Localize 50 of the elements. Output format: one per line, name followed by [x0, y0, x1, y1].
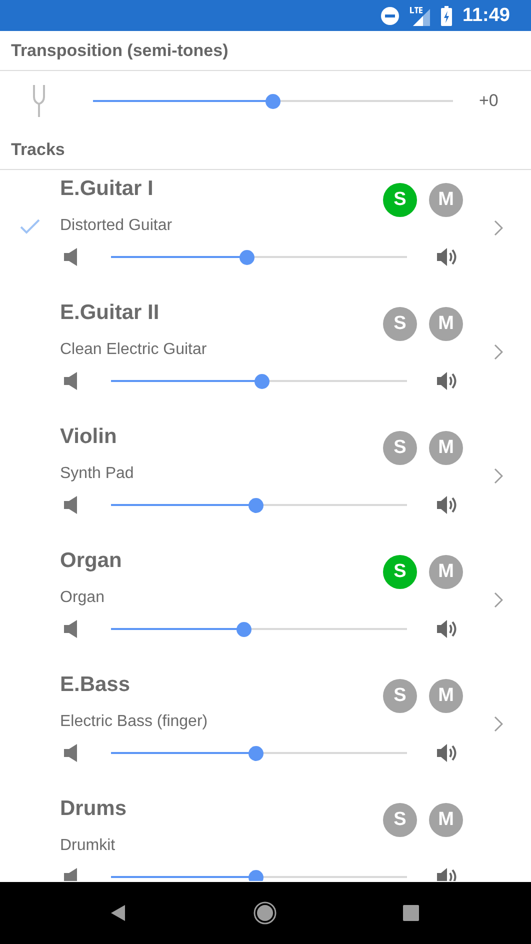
solo-button[interactable]: S — [383, 803, 417, 837]
volume-low-icon — [64, 248, 77, 266]
track-name: Violin — [60, 424, 117, 450]
chevron-right-icon[interactable] — [494, 716, 502, 732]
section-header: Transposition (semi-tones) — [11, 40, 228, 62]
instrument-name: Electric Bass (finger) — [60, 712, 209, 732]
solo-button[interactable]: S — [383, 679, 417, 713]
mute-button[interactable]: M — [429, 431, 463, 465]
chevron-right-icon[interactable] — [494, 220, 502, 236]
volume-high-icon — [437, 247, 459, 267]
volume-low-icon — [64, 496, 77, 514]
solo-button[interactable]: S — [383, 431, 417, 465]
volume-high-icon — [437, 619, 459, 639]
signal-icon — [409, 6, 432, 26]
volume-high-icon — [437, 495, 459, 515]
volume-high-icon — [437, 743, 459, 763]
track-name: E.Guitar I — [60, 176, 154, 202]
track-name: E.Bass — [60, 672, 130, 698]
instrument-name: Organ — [60, 588, 106, 608]
status-time: 11:49 — [462, 6, 510, 25]
mute-button[interactable]: M — [429, 803, 463, 837]
volume-high-icon — [437, 371, 459, 391]
chevron-right-icon[interactable] — [494, 468, 502, 484]
home-icon[interactable] — [253, 901, 277, 925]
volume-low-icon — [64, 744, 77, 762]
mute-button[interactable]: M — [429, 307, 463, 341]
transposition-value: +0 — [479, 90, 498, 112]
mute-button[interactable]: M — [429, 183, 463, 217]
back-icon[interactable] — [110, 904, 126, 922]
do-not-disturb-icon — [381, 6, 400, 24]
instrument-name: Distorted Guitar — [60, 216, 174, 236]
instrument-name: Drumkit — [60, 836, 116, 856]
mute-button[interactable]: M — [429, 679, 463, 713]
chevron-right-icon[interactable] — [494, 344, 502, 360]
track-name: Organ — [60, 548, 122, 574]
mute-button[interactable]: M — [429, 555, 463, 589]
volume-low-icon — [64, 372, 77, 390]
chevron-right-icon[interactable] — [494, 592, 502, 608]
instrument-name: Synth Pad — [60, 464, 135, 484]
track-name: E.Guitar II — [60, 300, 160, 326]
solo-button[interactable]: S — [383, 555, 417, 589]
section-header: Tracks — [11, 139, 65, 162]
battery-charging-icon — [441, 6, 452, 26]
solo-button[interactable]: S — [383, 183, 417, 217]
volume-high-icon — [437, 867, 459, 881]
solo-button[interactable]: S — [383, 307, 417, 341]
instrument-name: Clean Electric Guitar — [60, 340, 208, 360]
tuning-fork-icon — [32, 85, 44, 117]
volume-low-icon — [64, 620, 77, 638]
track-name: Drums — [60, 796, 127, 822]
